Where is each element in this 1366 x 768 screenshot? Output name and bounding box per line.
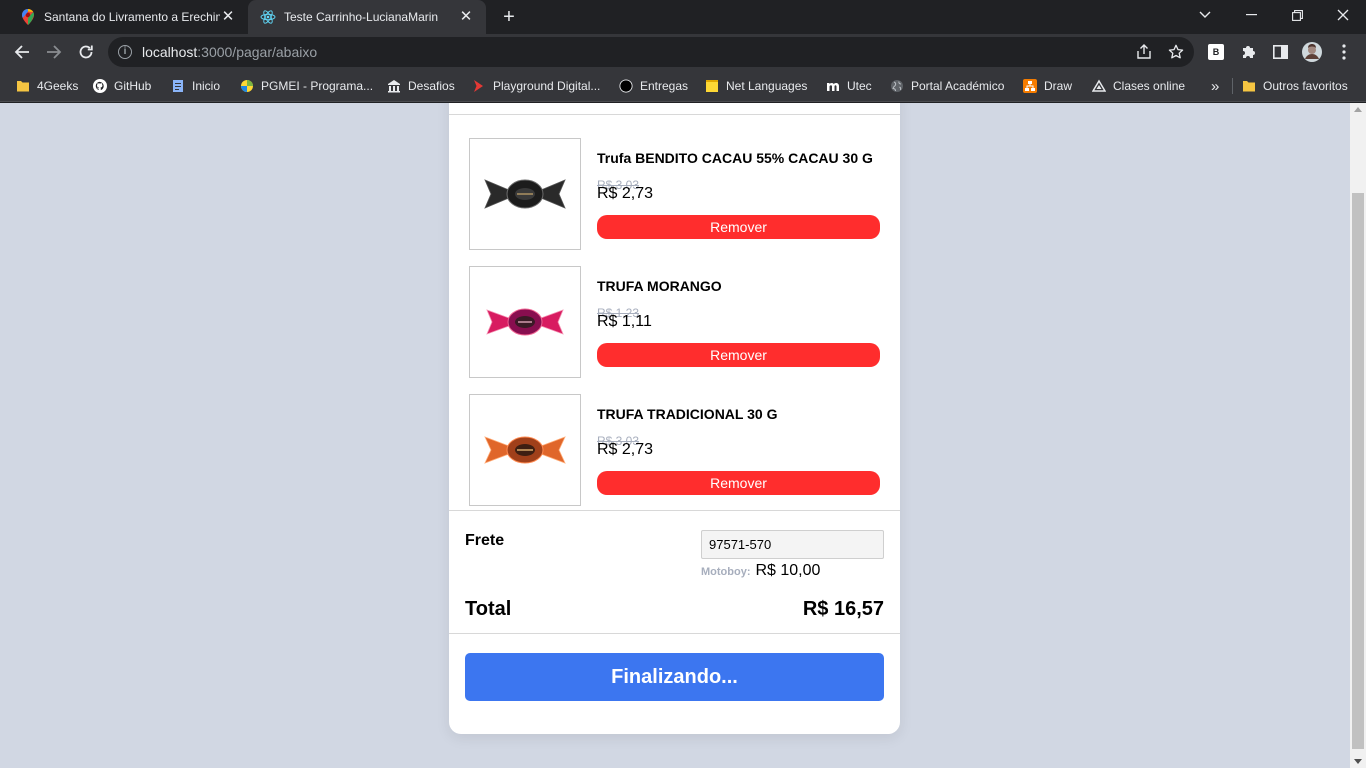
cart-item: Trufa BENDITO CACAU 55% CACAU 30 G R$ 3,… — [469, 138, 884, 250]
bookmarks-bar: 4Geeks GitHub Inicio PGMEI - Programa...… — [0, 70, 1366, 102]
new-tab-button[interactable]: + — [498, 6, 520, 28]
restore-icon — [1291, 9, 1303, 21]
menu-kebab-icon[interactable] — [1334, 42, 1354, 62]
page-scrollbar[interactable] — [1350, 103, 1366, 768]
folder-icon — [1243, 81, 1255, 92]
bookmark-github[interactable]: GitHub — [93, 76, 151, 96]
remove-button[interactable]: Remover — [597, 343, 880, 367]
forward-button[interactable] — [40, 38, 68, 66]
reload-icon — [79, 45, 93, 59]
circle-icon — [619, 79, 633, 93]
bookmark-entregas[interactable]: Entregas — [619, 76, 688, 96]
remove-button[interactable]: Remover — [597, 215, 880, 239]
bookmark-other-favorites[interactable]: Outros favoritos — [1242, 76, 1348, 96]
close-icon[interactable]: ✕ — [458, 9, 474, 25]
scrollbar-thumb[interactable] — [1352, 193, 1364, 749]
tab-title: Santana do Livramento a Erechim — [44, 10, 220, 24]
extension-b-icon[interactable]: B — [1206, 42, 1226, 62]
globe-icon — [891, 80, 903, 92]
extensions-puzzle-icon[interactable] — [1238, 42, 1258, 62]
product-name: TRUFA TRADICIONAL 30 G — [597, 406, 778, 422]
finalize-button[interactable]: Finalizando... — [465, 653, 884, 701]
reload-button[interactable] — [72, 38, 100, 66]
cep-input[interactable] — [701, 530, 884, 559]
maps-pin-icon — [20, 9, 36, 25]
address-bar[interactable]: i localhost:3000/pagar/abaixo — [108, 37, 1194, 67]
github-icon — [93, 79, 107, 93]
share-icon[interactable] — [1135, 44, 1153, 62]
bookmarks-separator — [1232, 78, 1233, 94]
product-image — [469, 138, 581, 250]
scroll-down-arrow-icon[interactable] — [1354, 759, 1362, 764]
product-name: TRUFA MORANGO — [597, 278, 722, 294]
close-icon — [1337, 9, 1349, 21]
cart-item: TRUFA TRADICIONAL 30 G R$ 3,03 R$ 2,73 R… — [469, 394, 884, 506]
bookmark-playground[interactable]: Playground Digital... — [472, 76, 600, 96]
tab-maps[interactable]: Santana do Livramento a Erechim ✕ — [8, 0, 248, 34]
chevron-down-icon — [1199, 11, 1211, 18]
browser-toolbar: i localhost:3000/pagar/abaixo B — [0, 34, 1366, 70]
note-icon — [706, 80, 718, 92]
shipping-label: Frete — [465, 532, 505, 549]
shipping-quote: Motoboy: R$ 10,00 — [701, 562, 820, 580]
bookmark-clases-online[interactable]: Clases online — [1092, 76, 1185, 96]
side-panel-icon[interactable] — [1270, 42, 1290, 62]
tab-strip: Santana do Livramento a Erechim ✕ Teste … — [0, 0, 1366, 34]
chevron-red-icon — [474, 80, 483, 92]
tab-title: Teste Carrinho-LucianaMarin — [284, 10, 439, 24]
arrow-left-icon — [14, 45, 29, 59]
product-price: R$ 1,11 — [597, 313, 652, 330]
close-icon[interactable]: ✕ — [220, 9, 236, 25]
bookmark-pgmei[interactable]: PGMEI - Programa... — [240, 76, 373, 96]
tab-cart[interactable]: Teste Carrinho-LucianaMarin ✕ — [248, 0, 486, 34]
bookmark-portal-academico[interactable]: Portal Académico — [890, 76, 1004, 96]
arrow-right-icon — [47, 45, 62, 59]
total-label: Total — [465, 598, 512, 620]
bookmark-desafios[interactable]: Desafios — [387, 76, 455, 96]
tab-search-button[interactable] — [1182, 0, 1228, 30]
page-viewport: Trufa BENDITO CACAU 55% CACAU 30 G R$ 3,… — [0, 103, 1350, 768]
product-price: R$ 2,73 — [597, 441, 654, 458]
doc-icon — [173, 80, 183, 92]
minimize-button[interactable] — [1228, 0, 1274, 30]
truffle-icon — [486, 308, 564, 336]
truffle-icon — [484, 436, 566, 464]
product-price: R$ 2,73 — [597, 185, 654, 202]
product-image — [469, 266, 581, 378]
divider — [449, 114, 900, 115]
building-icon — [388, 80, 400, 93]
react-icon — [260, 9, 276, 25]
bookmark-utec[interactable]: Utec — [826, 76, 872, 96]
bookmark-draw[interactable]: Draw — [1023, 76, 1072, 96]
close-window-button[interactable] — [1320, 0, 1366, 30]
cart-card: Trufa BENDITO CACAU 55% CACAU 30 G R$ 3,… — [449, 103, 900, 734]
divider — [449, 510, 900, 511]
product-name: Trufa BENDITO CACAU 55% CACAU 30 G — [597, 150, 873, 166]
restore-button[interactable] — [1274, 0, 1320, 30]
truffle-icon — [484, 179, 566, 209]
triangle-icon — [1092, 79, 1106, 92]
utec-icon — [827, 83, 839, 91]
info-icon[interactable]: i — [118, 45, 132, 59]
product-image — [469, 394, 581, 506]
back-button[interactable] — [8, 38, 36, 66]
remove-button[interactable]: Remover — [597, 471, 880, 495]
minimize-icon — [1245, 14, 1257, 16]
divider — [449, 633, 900, 634]
star-icon[interactable] — [1167, 44, 1185, 62]
pgmei-icon — [241, 80, 253, 92]
bookmark-net-languages[interactable]: Net Languages — [705, 76, 807, 96]
bookmarks-overflow-button[interactable]: » — [1211, 76, 1219, 96]
bookmark-4geeks[interactable]: 4Geeks — [16, 76, 78, 96]
profile-avatar[interactable] — [1302, 42, 1322, 62]
draw-icon — [1023, 79, 1037, 93]
bookmark-inicio[interactable]: Inicio — [171, 76, 220, 96]
cart-item: TRUFA MORANGO R$ 1,23 R$ 1,11 Remover — [469, 266, 884, 378]
url-text: localhost:3000/pagar/abaixo — [142, 44, 318, 60]
folder-icon — [17, 81, 29, 92]
scroll-up-arrow-icon[interactable] — [1354, 107, 1362, 112]
shipping-method: Motoboy: — [701, 566, 751, 578]
total-value: R$ 16,57 — [802, 598, 884, 620]
shipping-cost: R$ 10,00 — [755, 562, 821, 579]
